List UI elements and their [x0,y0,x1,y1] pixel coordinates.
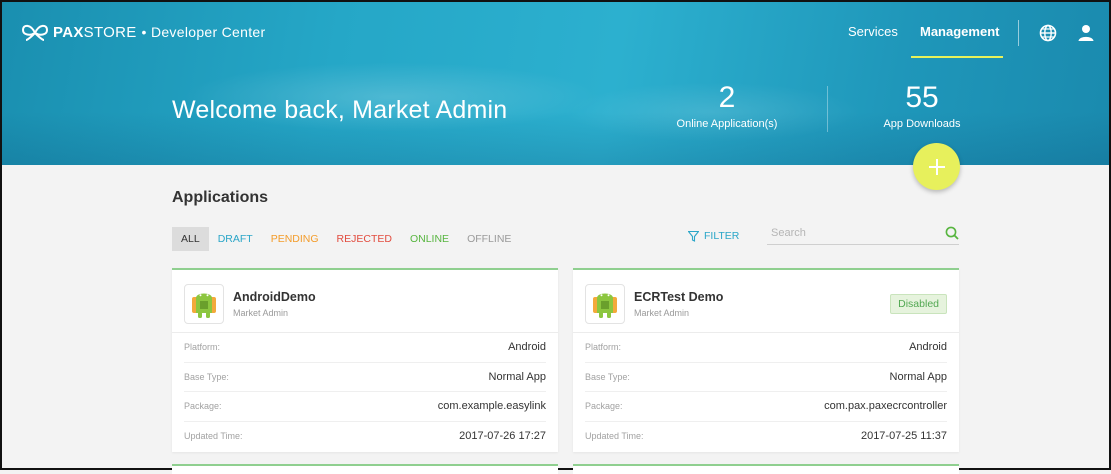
app-details: Platform: Android Base Type: Normal App … [172,333,558,450]
active-nav-indicator [911,56,1003,58]
stat-divider [827,86,828,132]
card-header: AndroidDemo Market Admin [172,270,558,333]
stat-label: App Downloads [883,118,961,130]
search-input[interactable] [767,224,935,242]
tab-draft[interactable]: DRAFT [209,227,262,251]
detail-row: Platform: Android [585,333,947,363]
plus-icon [928,158,945,175]
stat-value: 55 [905,81,939,114]
funnel-icon [688,230,699,242]
detail-value: 2017-07-25 11:37 [860,429,947,442]
detail-key: Platform: [184,342,221,353]
stat-value: 2 [718,81,736,114]
detail-key: Base Type: [184,371,229,382]
nav-divider [1018,20,1019,46]
welcome-message: Welcome back, Market Admin [172,96,508,124]
app-name[interactable]: AndroidDemo [233,290,316,304]
app-details: Platform: Android Base Type: Normal App … [573,333,959,450]
detail-value: Normal App [488,370,546,383]
detail-value: Android [909,341,947,354]
app-icon [585,284,625,324]
detail-value: com.example.easylink [437,400,546,413]
detail-row: Package: com.pax.paxecrcontroller [585,392,947,422]
user-icon[interactable] [1078,24,1094,42]
detail-key: Package: [184,401,222,412]
applications-heading: Applications [172,189,269,206]
brand-logo[interactable]: PAXSTORE • Developer Center [21,22,265,42]
tab-pending[interactable]: PENDING [262,227,328,251]
detail-row: Base Type: Normal App [585,363,947,392]
android-app-icon [593,293,617,318]
online-apps-stat: 2 Online Application(s) [647,81,807,131]
filter-label: FILTER [704,230,740,242]
detail-value: Normal App [889,370,947,383]
add-application-button[interactable] [913,143,960,190]
stat-label: Online Application(s) [676,118,778,130]
butterfly-logo-icon [21,24,49,41]
application-card-partial[interactable] [172,464,558,474]
app-developer: Market Admin [233,308,289,318]
filter-button[interactable]: FILTER [688,230,739,242]
tab-rejected[interactable]: REJECTED [328,227,401,251]
detail-value: Android [508,341,546,354]
detail-row: Platform: Android [184,333,546,363]
tab-online[interactable]: ONLINE [401,227,458,251]
application-card[interactable]: ECRTest Demo Market Admin Disabled Platf… [573,268,959,452]
detail-row: Base Type: Normal App [184,363,546,392]
app-name[interactable]: ECRTest Demo [634,290,723,304]
top-navigation-bar: PAXSTORE • Developer Center Services Mana… [2,2,1109,64]
detail-key: Platform: [585,342,622,353]
detail-row: Updated Time: 2017-07-25 11:37 [585,422,947,451]
brand-name: PAXSTORE • Developer Center [53,23,266,41]
detail-key: Package: [585,401,623,412]
detail-value: 2017-07-26 17:27 [459,429,546,442]
globe-icon[interactable] [1039,24,1057,42]
application-card-partial[interactable] [573,464,959,474]
tab-offline[interactable]: OFFLINE [458,227,520,251]
application-card[interactable]: AndroidDemo Market Admin Platform: Andro… [172,268,558,452]
app-icon [184,284,224,324]
card-header: ECRTest Demo Market Admin Disabled [573,270,959,333]
status-filter-tabs: ALL DRAFT PENDING REJECTED ONLINE OFFLIN… [172,227,520,251]
detail-row: Package: com.example.easylink [184,392,546,422]
android-app-icon [192,293,216,318]
detail-value: com.pax.paxecrcontroller [824,400,947,413]
app-downloads-stat: 55 App Downloads [842,81,1002,131]
detail-row: Updated Time: 2017-07-26 17:27 [184,422,546,451]
status-badge: Disabled [890,294,947,314]
tab-all[interactable]: ALL [172,227,209,251]
detail-key: Base Type: [585,371,630,382]
nav-services[interactable]: Services [848,24,898,39]
search-icon[interactable] [945,226,959,240]
detail-key: Updated Time: [585,430,644,441]
nav-management[interactable]: Management [920,24,999,39]
search-box [767,224,959,245]
detail-key: Updated Time: [184,430,243,441]
app-developer: Market Admin [634,308,690,318]
